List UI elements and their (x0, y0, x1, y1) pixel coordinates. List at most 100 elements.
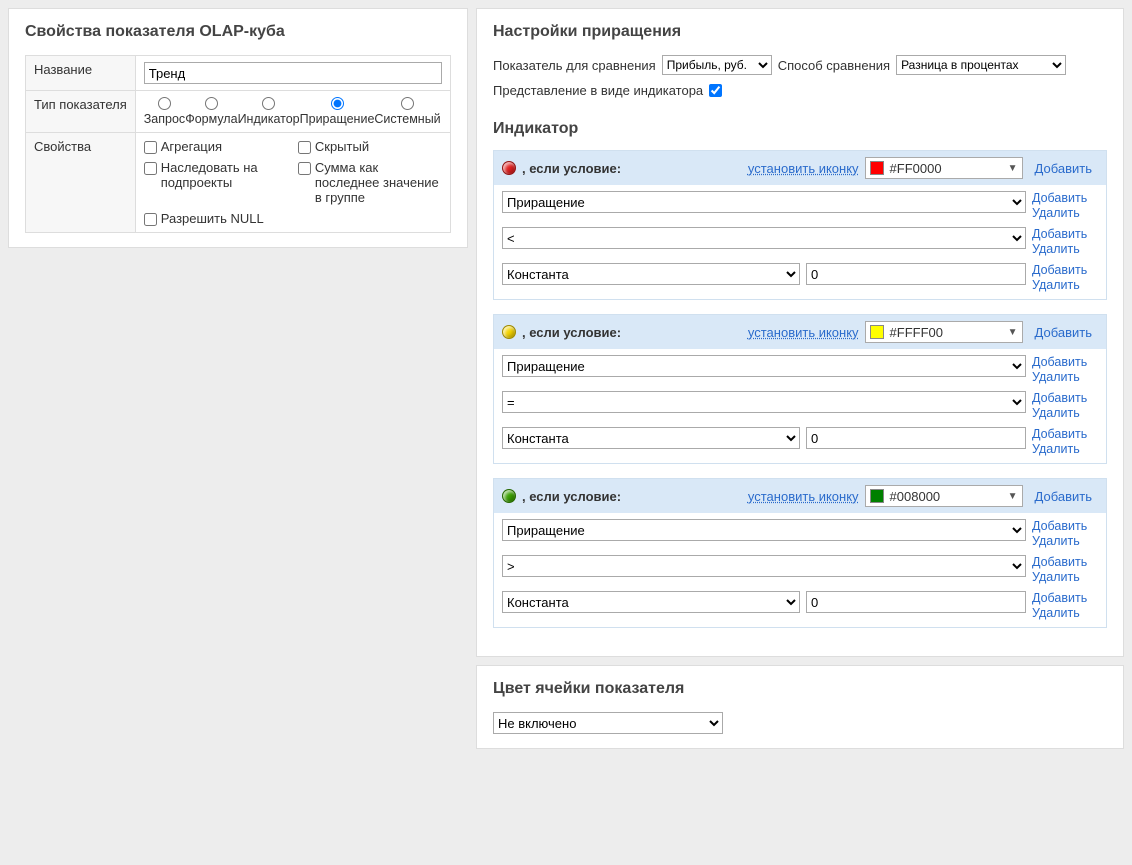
color-swatch (870, 325, 884, 339)
row2-select[interactable]: = (502, 391, 1026, 413)
chk-sum-last-label: Сумма как последнее значение в группе (315, 160, 442, 205)
type-radio-label-2: Индикатор (238, 112, 300, 126)
row3-add-button[interactable]: Добавить (1032, 591, 1098, 606)
row2-select[interactable]: > (502, 555, 1026, 577)
chk-hidden[interactable] (298, 141, 311, 154)
increment-settings-title: Настройки приращения (493, 23, 1107, 41)
type-radio-label-4: Системный (374, 112, 440, 126)
row2-add-button[interactable]: Добавить (1032, 227, 1098, 242)
method-label: Способ сравнения (778, 58, 890, 73)
row1-select[interactable]: Приращение (502, 519, 1026, 541)
row2-add-button[interactable]: Добавить (1032, 555, 1098, 570)
chk-aggregation[interactable] (144, 141, 157, 154)
color-swatch (870, 161, 884, 175)
row2-delete-button[interactable]: Удалить (1032, 242, 1098, 257)
header-add-button[interactable]: Добавить (1029, 489, 1098, 504)
chk-allow-null[interactable] (144, 213, 157, 226)
indicator-ball-icon (502, 489, 516, 503)
type-radio-3[interactable]: Приращение (300, 97, 375, 126)
header-add-button[interactable]: Добавить (1029, 161, 1098, 176)
set-icon-link[interactable]: установить иконку (748, 489, 859, 504)
cell-color-select[interactable]: Не включено (493, 712, 723, 734)
color-swatch (870, 489, 884, 503)
type-radio-0[interactable]: Запрос (144, 97, 185, 126)
row3-value-input[interactable] (806, 427, 1026, 449)
chk-inherit-label: Наследовать на подпроекты (161, 160, 288, 190)
type-radio-input-3[interactable] (331, 97, 344, 110)
type-radio-label-0: Запрос (144, 112, 185, 126)
row1-delete-button[interactable]: Удалить (1032, 370, 1098, 385)
row1-select[interactable]: Приращение (502, 355, 1026, 377)
indicator-repr-checkbox[interactable] (709, 84, 722, 97)
row2-delete-button[interactable]: Удалить (1032, 406, 1098, 421)
row1-add-button[interactable]: Добавить (1032, 519, 1098, 534)
indicator-block-2: , если условие: установить иконку #00800… (493, 478, 1107, 628)
color-code: #FF0000 (890, 161, 942, 176)
increment-settings-panel: Настройки приращения Показатель для срав… (476, 8, 1124, 657)
compare-label: Показатель для сравнения (493, 58, 656, 73)
type-radio-2[interactable]: Индикатор (238, 97, 300, 126)
indicator-section-title: Индикатор (493, 120, 1107, 138)
row2-select[interactable]: < (502, 227, 1026, 249)
set-icon-link[interactable]: установить иконку (748, 325, 859, 340)
cond-text: , если условие: (522, 325, 621, 340)
chk-aggregation-label: Агрегация (161, 139, 222, 154)
row3-value-input[interactable] (806, 263, 1026, 285)
row1-select[interactable]: Приращение (502, 191, 1026, 213)
indicator-ball-icon (502, 325, 516, 339)
row3-delete-button[interactable]: Удалить (1032, 606, 1098, 621)
row3-select[interactable]: Константа (502, 427, 800, 449)
type-radio-4[interactable]: Системный (374, 97, 440, 126)
color-code: #008000 (890, 489, 941, 504)
row3-value-input[interactable] (806, 591, 1026, 613)
chk-sum-last[interactable] (298, 162, 311, 175)
cell-color-title: Цвет ячейки показателя (493, 680, 1107, 698)
type-radio-label-3: Приращение (300, 112, 375, 126)
type-radio-1[interactable]: Формула (185, 97, 237, 126)
color-picker[interactable]: #FFFF00 ▼ (865, 321, 1023, 343)
indicator-ball-icon (502, 161, 516, 175)
row3-delete-button[interactable]: Удалить (1032, 442, 1098, 457)
row2-delete-button[interactable]: Удалить (1032, 570, 1098, 585)
method-select[interactable]: Разница в процентах (896, 55, 1066, 75)
type-radio-input-4[interactable] (401, 97, 414, 110)
cond-text: , если условие: (522, 161, 621, 176)
color-code: #FFFF00 (890, 325, 943, 340)
row1-add-button[interactable]: Добавить (1032, 191, 1098, 206)
row3-add-button[interactable]: Добавить (1032, 263, 1098, 278)
type-radio-input-2[interactable] (262, 97, 275, 110)
row3-add-button[interactable]: Добавить (1032, 427, 1098, 442)
header-add-button[interactable]: Добавить (1029, 325, 1098, 340)
type-radio-label-1: Формула (185, 112, 237, 126)
olap-properties-panel: Свойства показателя OLAP-куба Название Т… (8, 8, 468, 248)
compare-select[interactable]: Прибыль, руб. (662, 55, 772, 75)
type-label: Тип показателя (26, 91, 136, 133)
chevron-down-icon: ▼ (1008, 327, 1018, 338)
cell-color-panel: Цвет ячейки показателя Не включено (476, 665, 1124, 749)
type-radio-input-1[interactable] (205, 97, 218, 110)
chk-inherit[interactable] (144, 162, 157, 175)
props-label: Свойства (26, 133, 136, 233)
chk-hidden-label: Скрытый (315, 139, 369, 154)
chevron-down-icon: ▼ (1008, 163, 1018, 174)
row1-add-button[interactable]: Добавить (1032, 355, 1098, 370)
color-picker[interactable]: #FF0000 ▼ (865, 157, 1023, 179)
indicator-block-1: , если условие: установить иконку #FFFF0… (493, 314, 1107, 464)
chk-allow-null-label: Разрешить NULL (161, 211, 264, 226)
row2-add-button[interactable]: Добавить (1032, 391, 1098, 406)
type-radio-input-0[interactable] (158, 97, 171, 110)
chevron-down-icon: ▼ (1008, 491, 1018, 502)
color-picker[interactable]: #008000 ▼ (865, 485, 1023, 507)
row3-select[interactable]: Константа (502, 263, 800, 285)
row1-delete-button[interactable]: Удалить (1032, 206, 1098, 221)
indicator-block-0: , если условие: установить иконку #FF000… (493, 150, 1107, 300)
row3-delete-button[interactable]: Удалить (1032, 278, 1098, 293)
set-icon-link[interactable]: установить иконку (748, 161, 859, 176)
name-input[interactable] (144, 62, 442, 84)
indicator-repr-label: Представление в виде индикатора (493, 83, 703, 98)
cond-text: , если условие: (522, 489, 621, 504)
name-label: Название (26, 56, 136, 91)
row1-delete-button[interactable]: Удалить (1032, 534, 1098, 549)
olap-properties-title: Свойства показателя OLAP-куба (25, 23, 451, 41)
row3-select[interactable]: Константа (502, 591, 800, 613)
